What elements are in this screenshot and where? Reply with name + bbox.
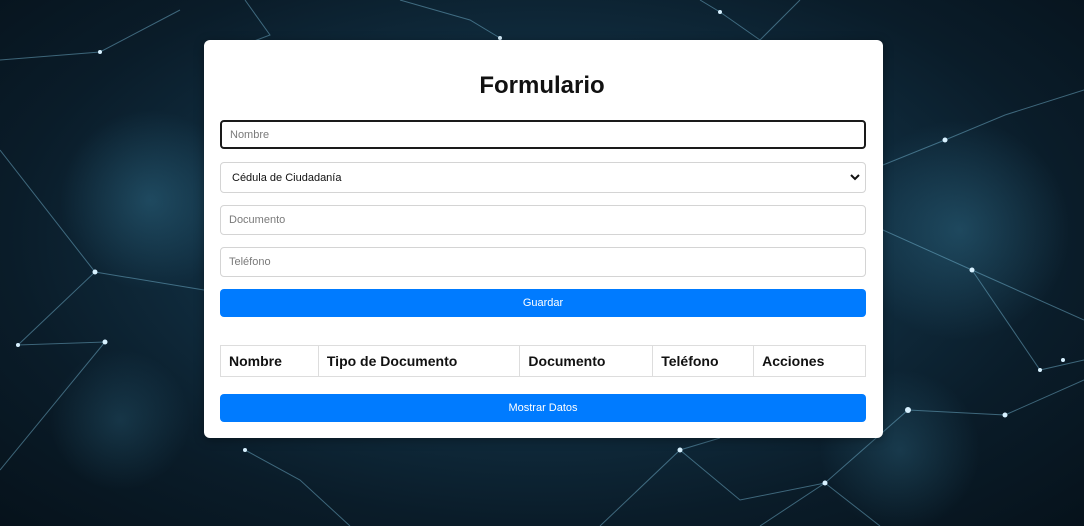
form-title: Formulario <box>479 72 605 99</box>
table-header-row: Nombre Tipo de Documento Documento Teléf… <box>220 345 866 377</box>
header-acciones: Acciones <box>753 345 866 377</box>
header-telefono: Teléfono <box>652 345 755 377</box>
tipo-documento-select[interactable]: Cédula de Ciudadanía <box>220 162 866 193</box>
header-nombre: Nombre <box>220 345 319 377</box>
chevron-down-icon <box>850 174 860 181</box>
datos-table: Nombre Tipo de Documento Documento Teléf… <box>220 345 866 377</box>
guardar-button[interactable]: Guardar <box>220 289 866 317</box>
header-documento: Documento <box>519 345 654 377</box>
nombre-input[interactable] <box>220 120 866 149</box>
header-tipo-documento: Tipo de Documento <box>317 345 521 377</box>
mostrar-datos-button[interactable]: Mostrar Datos <box>220 394 866 422</box>
telefono-input[interactable] <box>220 247 866 277</box>
documento-input[interactable] <box>220 205 866 235</box>
tipo-documento-selected-value: Cédula de Ciudadanía <box>232 172 342 184</box>
